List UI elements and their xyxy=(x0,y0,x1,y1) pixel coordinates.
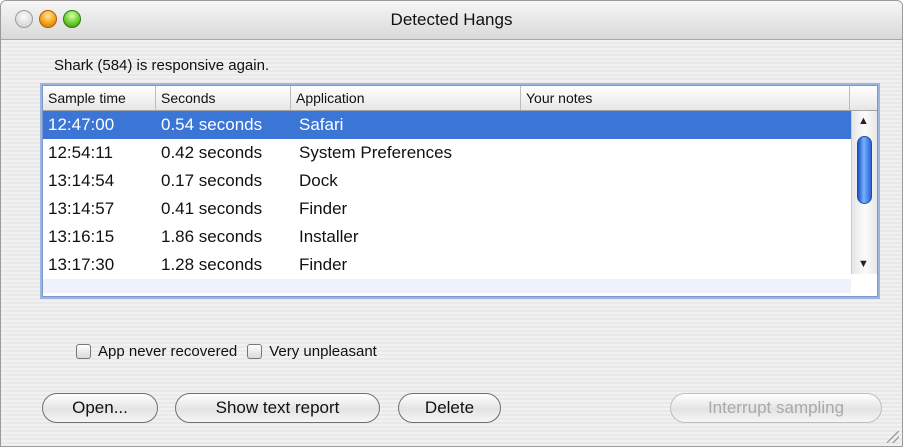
window-title: Detected Hangs xyxy=(390,10,513,29)
table-row[interactable]: 13:16:15 1.86 seconds Installer xyxy=(43,223,851,251)
table-header: Sample time Seconds Application Your not… xyxy=(43,86,877,111)
scroll-down-arrow-icon[interactable]: ▼ xyxy=(858,258,869,270)
table-rows: 12:47:00 0.54 seconds Safari 12:54:11 0.… xyxy=(43,111,851,279)
app-never-recovered-label[interactable]: App never recovered xyxy=(98,343,237,360)
app-never-recovered-checkbox[interactable] xyxy=(76,344,91,359)
status-message: Shark (584) is responsive again. xyxy=(54,57,270,74)
open-button[interactable]: Open... xyxy=(42,393,158,423)
empty-table-row xyxy=(43,279,851,293)
table-row[interactable]: 13:14:54 0.17 seconds Dock xyxy=(43,167,851,195)
show-text-report-button[interactable]: Show text report xyxy=(175,393,380,423)
column-seconds[interactable]: Seconds xyxy=(156,86,291,110)
sample-time-cell: 12:47:00 xyxy=(48,115,115,134)
table-row[interactable]: 12:47:00 0.54 seconds Safari xyxy=(43,111,851,139)
resize-grip-icon[interactable] xyxy=(887,431,899,443)
sample-time-cell: 13:16:15 xyxy=(48,227,115,246)
table-row[interactable]: 13:17:30 1.28 seconds Finder xyxy=(43,251,851,279)
sample-time-cell: 13:17:30 xyxy=(48,255,115,274)
application-cell: Dock xyxy=(299,171,338,190)
options-row: App never recovered Very unpleasant xyxy=(76,343,387,360)
sample-time-cell: 12:54:11 xyxy=(48,143,113,162)
seconds-cell: 1.28 seconds xyxy=(161,255,263,274)
delete-button[interactable]: Delete xyxy=(398,393,501,423)
title-bar[interactable]: Detected Hangs xyxy=(1,1,902,40)
column-sample-time[interactable]: Sample time xyxy=(43,86,156,110)
app-never-recovered-checkbox-item[interactable]: App never recovered xyxy=(76,343,237,360)
interrupt-sampling-button[interactable]: Interrupt sampling xyxy=(670,393,882,423)
very-unpleasant-checkbox-item[interactable]: Very unpleasant xyxy=(247,343,377,360)
detected-hangs-window: Detected Hangs Shark (584) is responsive… xyxy=(0,0,903,447)
sample-time-cell: 13:14:57 xyxy=(48,199,115,218)
table-row[interactable]: 13:14:57 0.41 seconds Finder xyxy=(43,195,851,223)
very-unpleasant-label[interactable]: Very unpleasant xyxy=(269,343,377,360)
seconds-cell: 0.54 seconds xyxy=(161,115,263,134)
column-corner xyxy=(850,86,877,110)
application-cell: Safari xyxy=(299,115,344,134)
sample-time-cell: 13:14:54 xyxy=(48,171,115,190)
column-your-notes[interactable]: Your notes xyxy=(521,86,850,110)
hangs-table[interactable]: Sample time Seconds Application Your not… xyxy=(42,85,878,297)
application-cell: Installer xyxy=(299,227,359,246)
seconds-cell: 1.86 seconds xyxy=(161,227,263,246)
vertical-scrollbar[interactable]: ▲ ▼ xyxy=(851,111,877,274)
scroll-up-arrow-icon[interactable]: ▲ xyxy=(858,115,869,127)
application-cell: Finder xyxy=(299,255,348,274)
seconds-cell: 0.41 seconds xyxy=(161,199,263,218)
seconds-cell: 0.42 seconds xyxy=(161,143,263,162)
seconds-cell: 0.17 seconds xyxy=(161,171,263,190)
column-application[interactable]: Application xyxy=(291,86,521,110)
application-cell: Finder xyxy=(299,199,348,218)
application-cell: System Preferences xyxy=(299,143,453,162)
scroll-thumb[interactable] xyxy=(857,136,872,204)
table-row[interactable]: 12:54:11 0.42 seconds System Preferences xyxy=(43,139,851,167)
very-unpleasant-checkbox[interactable] xyxy=(247,344,263,359)
